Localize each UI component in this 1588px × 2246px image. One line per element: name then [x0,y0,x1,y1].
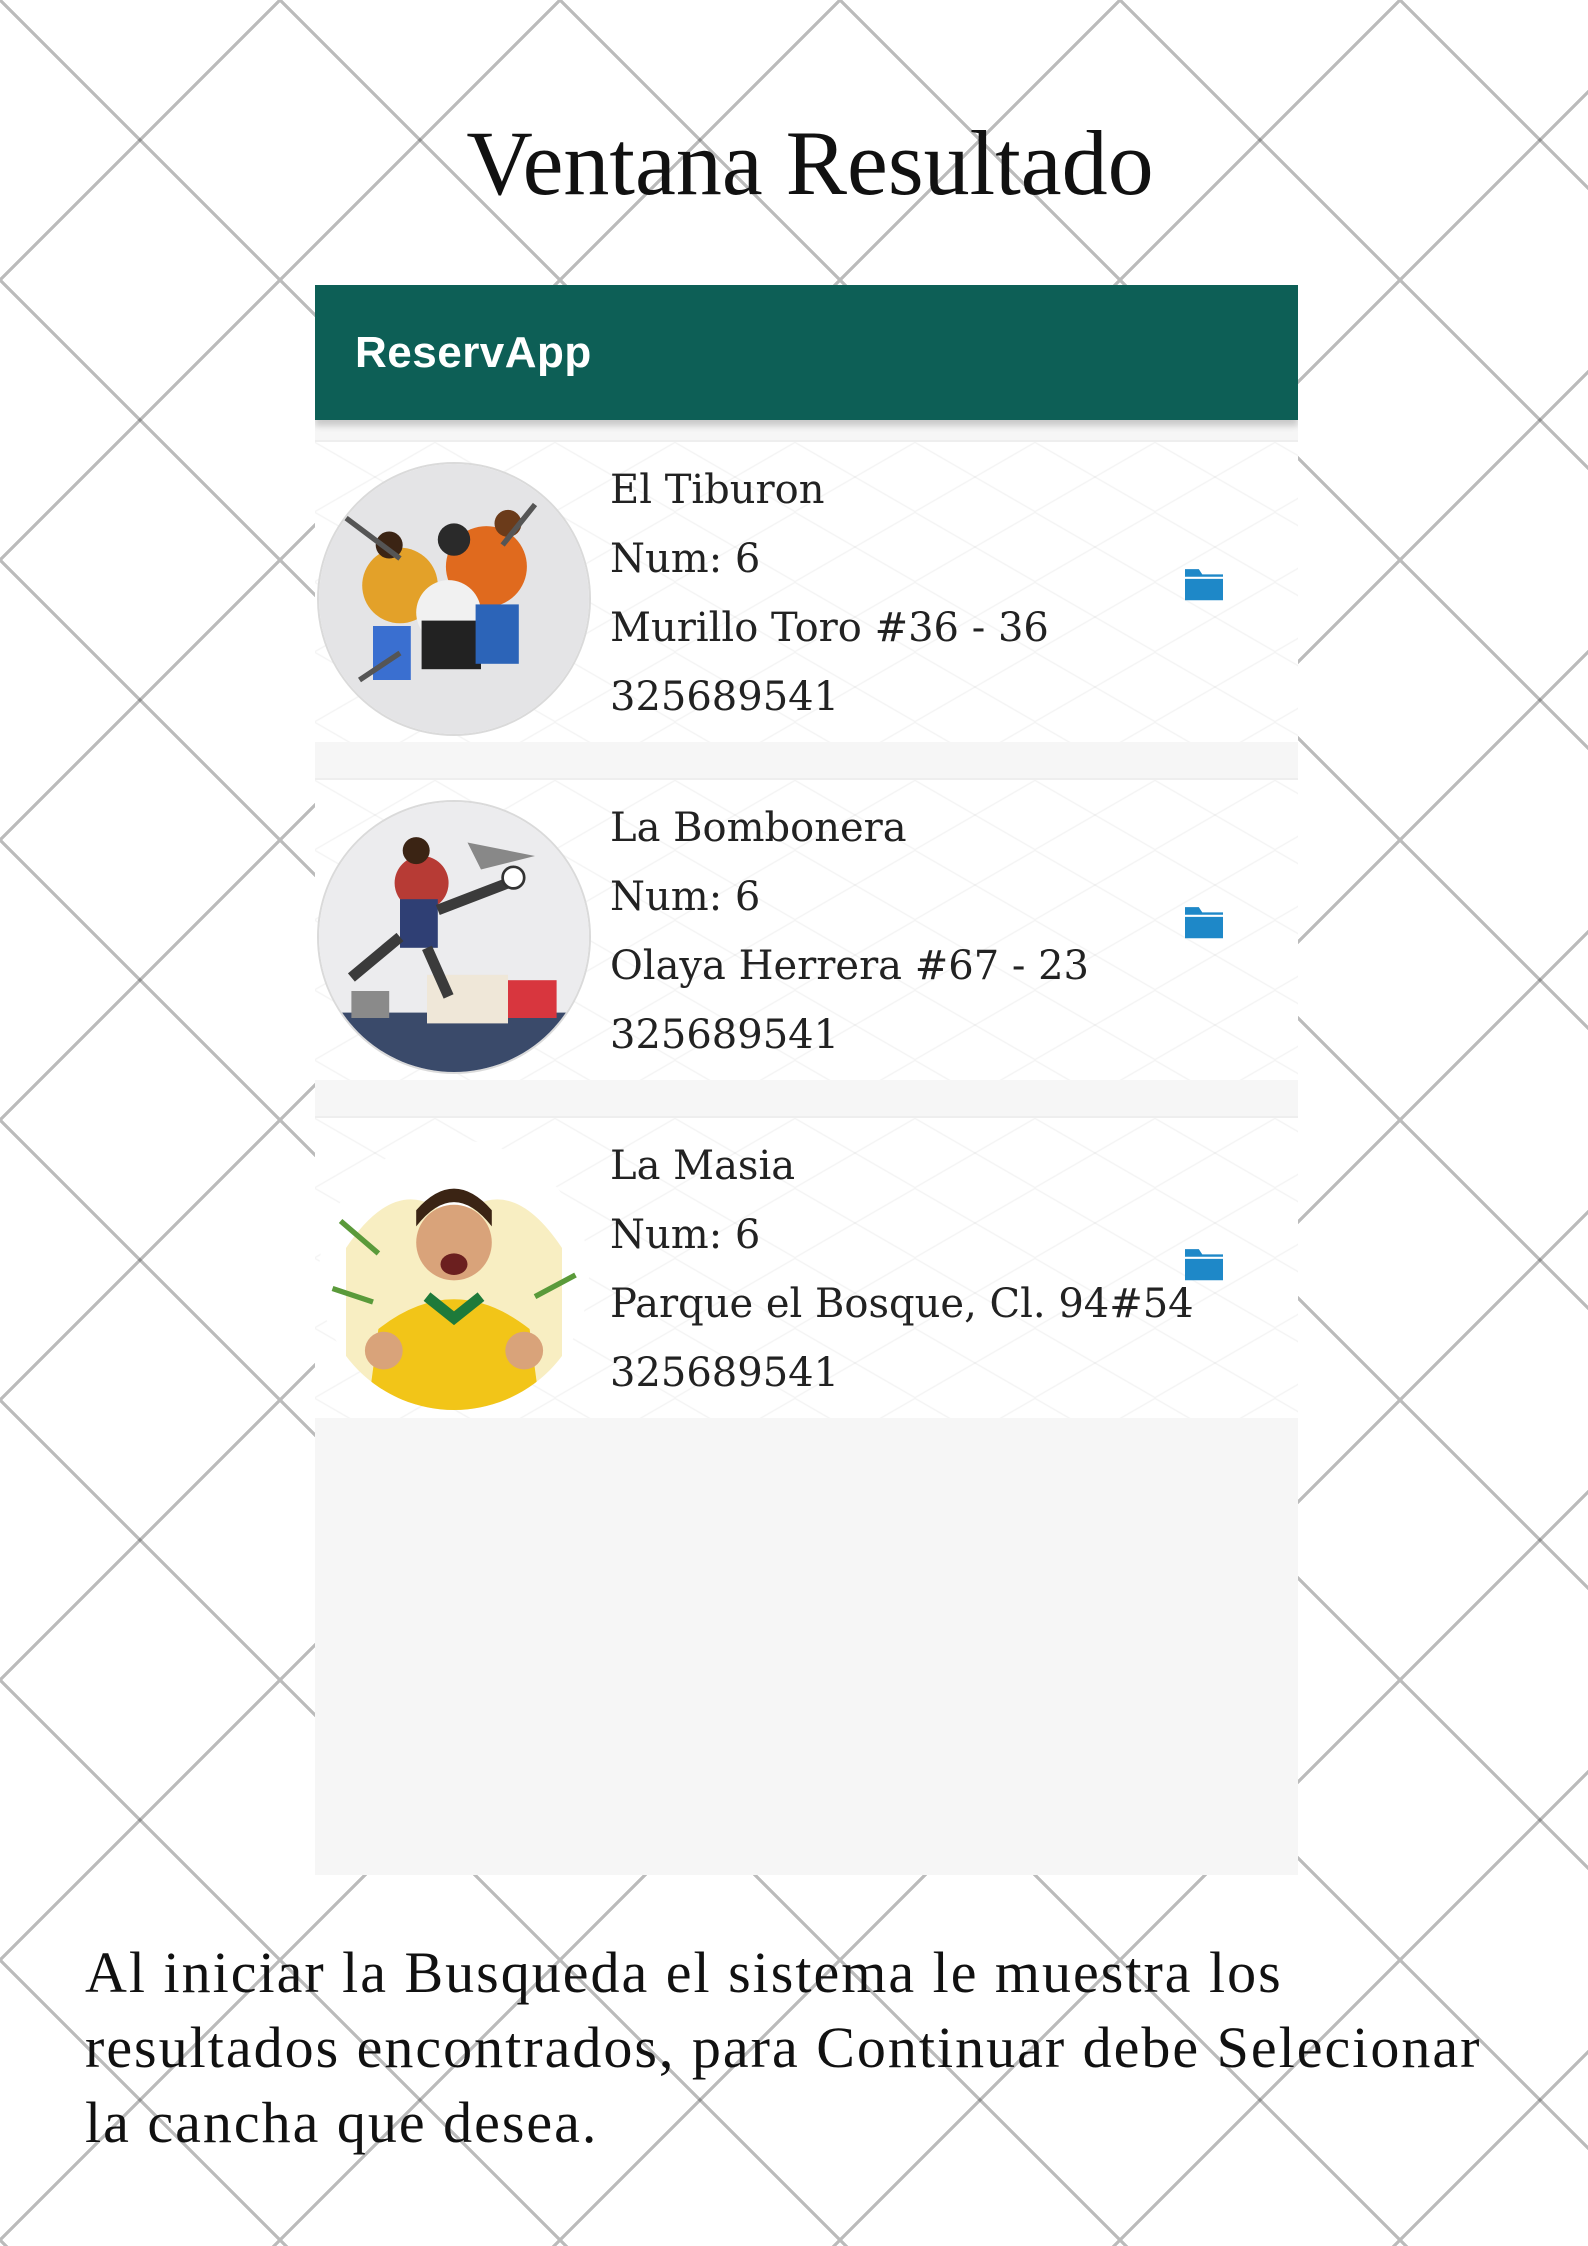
result-phone: 325689541 [610,1012,840,1058]
result-name: La Masia [610,1143,796,1189]
result-phone: 325689541 [610,674,840,720]
folder-icon[interactable] [1183,902,1225,940]
result-num: Num: 6 [610,536,761,582]
folder-icon[interactable] [1183,1244,1225,1282]
field-image-soccer-mural [317,800,591,1074]
result-address: Parque el Bosque, Cl. 94#54 [610,1281,1194,1327]
result-info: La Bombonera Num: 6 Olaya Herrera #67 - … [610,794,1089,1070]
folder-icon[interactable] [1183,564,1225,602]
result-card-la-masia[interactable]: La Masia Num: 6 Parque el Bosque, Cl. 94… [315,1116,1298,1418]
result-address: Olaya Herrera #67 - 23 [610,943,1090,989]
result-phone: 325689541 [610,1350,840,1396]
result-num: Num: 6 [610,1212,761,1258]
result-info: La Masia Num: 6 Parque el Bosque, Cl. 94… [610,1132,1194,1408]
app-screen: ReservApp El Tiburon Num: 6 Murillo Toro… [315,285,1298,1875]
instructions-text: Al iniciar la Busqueda el sistema le mue… [85,1940,1482,2155]
result-name: El Tiburon [610,467,825,513]
result-info: El Tiburon Num: 6 Murillo Toro #36 - 36 … [610,456,1049,732]
page-title: Ventana Resultado [466,112,1154,214]
app-title: ReservApp [355,327,592,377]
app-bar: ReservApp [315,285,1298,420]
results-list: El Tiburon Num: 6 Murillo Toro #36 - 36 … [315,440,1298,1418]
field-image-soccer-players [317,462,591,736]
result-num: Num: 6 [610,874,761,920]
field-image-player-celebrating [317,1138,591,1412]
result-card-el-tiburon[interactable]: El Tiburon Num: 6 Murillo Toro #36 - 36 … [315,440,1298,742]
result-name: La Bombonera [610,805,907,851]
result-card-la-bombonera[interactable]: La Bombonera Num: 6 Olaya Herrera #67 - … [315,778,1298,1080]
result-address: Murillo Toro #36 - 36 [610,605,1049,651]
